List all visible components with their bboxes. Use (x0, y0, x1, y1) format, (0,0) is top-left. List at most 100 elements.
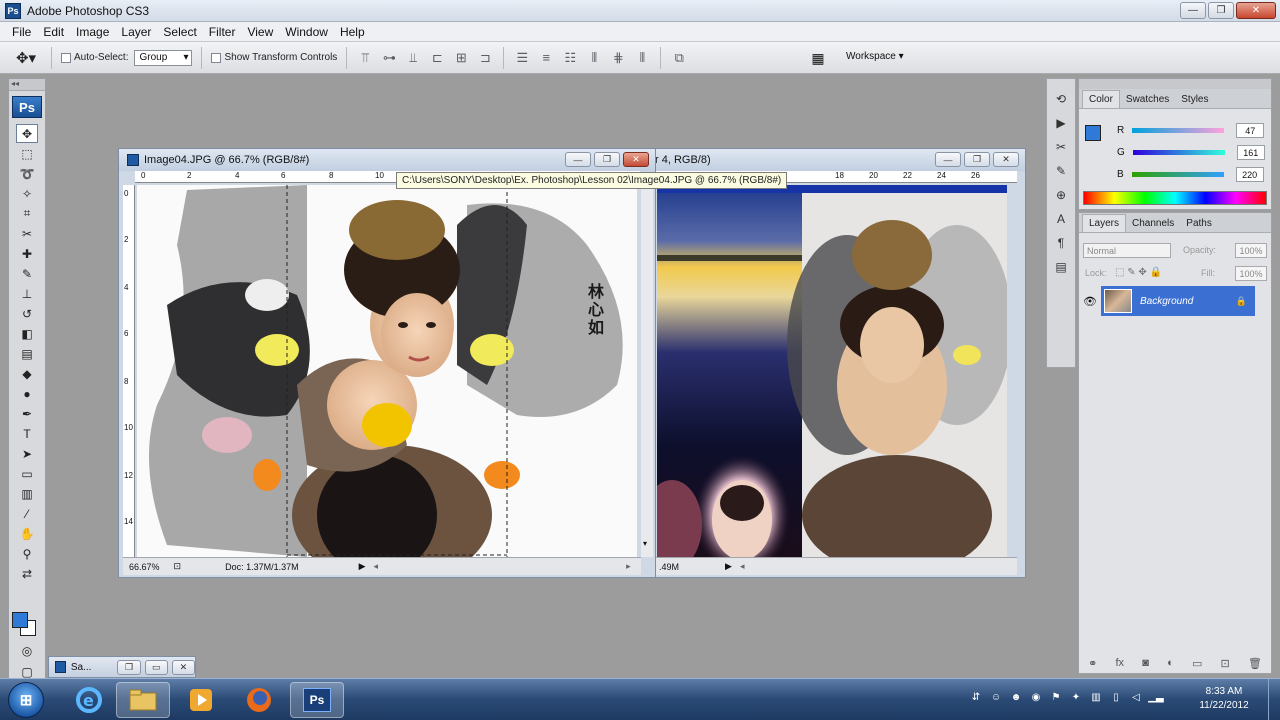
zoom-level[interactable]: 66.67% (129, 562, 160, 572)
minimized-maximize-button[interactable]: ▭ (144, 659, 168, 675)
auto-select-option[interactable]: Auto-Select: (61, 52, 128, 63)
tray-flag-icon[interactable]: ⚑ (1048, 689, 1064, 705)
status-arrow-icon[interactable]: ▶ (359, 561, 366, 572)
slice-tool-icon[interactable]: ✂ (16, 224, 38, 243)
restore-button[interactable]: ❐ (1208, 2, 1234, 19)
distribute-top-icon[interactable]: ☰ (513, 50, 531, 66)
auto-select-checkbox[interactable] (61, 52, 71, 63)
green-slider[interactable] (1132, 150, 1225, 155)
minimized-restore-button[interactable]: ❐ (117, 659, 141, 675)
layer-visibility-eye-icon[interactable]: 👁 (1081, 295, 1099, 308)
color-panel-foreground-swatch[interactable] (1085, 125, 1101, 141)
scroll-left-icon[interactable]: ◂ (740, 561, 745, 572)
crop-tool-icon[interactable]: ⌗ (16, 204, 38, 223)
tab-styles[interactable]: Styles (1175, 91, 1214, 108)
distribute-left-icon[interactable]: ⦀ (585, 50, 603, 66)
delete-layer-icon[interactable]: 🗑 (1248, 657, 1262, 670)
move-tool-icon[interactable]: ✥ (16, 124, 38, 143)
menu-help[interactable]: Help (334, 25, 371, 39)
brush-tool-icon[interactable]: ✎ (16, 264, 38, 283)
menu-image[interactable]: Image (70, 25, 115, 39)
hand-tool-icon[interactable]: ✋ (16, 524, 38, 543)
dodge-tool-icon[interactable]: ● (16, 384, 38, 403)
distribute-vcenter-icon[interactable]: ≡ (537, 50, 555, 66)
tray-network-adapter-icon[interactable]: ⇵ (968, 689, 984, 705)
actions-panel-icon[interactable]: ▶ (1050, 113, 1072, 133)
menu-select[interactable]: Select (157, 25, 202, 39)
fill-value[interactable]: 100% (1235, 266, 1267, 281)
character-panel-icon[interactable]: A (1050, 209, 1072, 229)
clone-source-icon[interactable]: ⊕ (1050, 185, 1072, 205)
menu-edit[interactable]: Edit (37, 25, 70, 39)
tray-app-icon[interactable]: ☺ (988, 689, 1004, 705)
close-button[interactable]: ✕ (1236, 2, 1276, 19)
layer-selected-highlight[interactable]: Background 🔒 (1101, 286, 1255, 316)
scroll-right-icon[interactable]: ▸ (626, 561, 631, 572)
layer-style-icon[interactable]: fx (1116, 657, 1125, 669)
red-slider[interactable] (1132, 128, 1225, 133)
minimize-button[interactable]: — (1180, 2, 1206, 19)
brushes-panel-icon[interactable]: ✎ (1050, 161, 1072, 181)
doc-restore-button[interactable]: ❐ (594, 152, 620, 167)
tray-signal-icon[interactable]: ▁▃ (1148, 689, 1164, 705)
internet-explorer-icon[interactable]: e (62, 682, 116, 718)
lock-icons[interactable]: ⬚ ✎ ✥ 🔒 (1115, 267, 1162, 278)
gradient-tool-icon[interactable]: ▤ (16, 344, 38, 363)
history-panel-icon[interactable]: ⟲ (1050, 89, 1072, 109)
layer-row-background[interactable]: 👁 Background 🔒 (1081, 285, 1269, 317)
tab-paths[interactable]: Paths (1180, 215, 1218, 232)
color-spectrum-bar[interactable] (1083, 191, 1267, 205)
menu-layer[interactable]: Layer (115, 25, 157, 39)
firefox-icon[interactable] (232, 682, 286, 718)
document-back-canvas[interactable] (657, 185, 1007, 557)
menu-file[interactable]: File (6, 25, 37, 39)
align-top-icon[interactable]: ⫪ (356, 50, 374, 66)
eraser-tool-icon[interactable]: ◧ (16, 324, 38, 343)
doc-back-close-button[interactable]: ✕ (993, 152, 1019, 167)
scroll-down-icon[interactable]: ▾ (643, 539, 647, 548)
distribute-bottom-icon[interactable]: ☷ (561, 50, 579, 66)
green-value[interactable]: 161 (1236, 145, 1265, 160)
tab-layers[interactable]: Layers (1082, 214, 1127, 232)
new-group-icon[interactable]: ▭ (1192, 657, 1202, 670)
tool-presets-icon[interactable]: ✂ (1050, 137, 1072, 157)
document-window-front[interactable]: Image04.JPG @ 66.7% (RGB/8#) — ❐ ✕ 0 2 4… (118, 148, 656, 578)
opacity-value[interactable]: 100% (1235, 243, 1267, 258)
minimized-document[interactable]: Sa... ❐ ▭ ✕ (48, 656, 196, 678)
healing-brush-tool-icon[interactable]: ✚ (16, 244, 38, 263)
tray-security-icon[interactable]: ◉ (1028, 689, 1044, 705)
bridge-icon[interactable]: ▦ (806, 46, 830, 70)
status-arrow-icon[interactable]: ▶ (725, 561, 732, 572)
align-hcenter-icon[interactable]: ⊞ (452, 50, 470, 66)
magic-wand-tool-icon[interactable]: ✧ (16, 184, 38, 203)
tray-update-icon[interactable]: ✦ (1068, 689, 1084, 705)
pen-tool-icon[interactable]: ✒ (16, 404, 38, 423)
new-layer-icon[interactable]: ⊡ (1221, 657, 1230, 670)
tray-volume-icon[interactable]: ◁ (1128, 689, 1144, 705)
lasso-tool-icon[interactable]: ➰ (16, 164, 38, 183)
tab-swatches[interactable]: Swatches (1120, 91, 1175, 108)
paragraph-panel-icon[interactable]: ¶ (1050, 233, 1072, 253)
default-colors-icon[interactable]: ⇄ (16, 564, 38, 583)
status-info-icon[interactable]: ⊡ (174, 561, 182, 572)
blur-tool-icon[interactable]: ◆ (16, 364, 38, 383)
zoom-tool-icon[interactable]: ⚲ (16, 544, 38, 563)
align-right-icon[interactable]: ⊐ (476, 50, 494, 66)
start-button[interactable]: ⊞ (8, 682, 44, 718)
layer-comps-icon[interactable]: ▤ (1050, 257, 1072, 277)
show-transform-checkbox[interactable] (211, 52, 222, 63)
move-tool-preset-icon[interactable]: ✥▾ (10, 46, 42, 70)
blend-mode-dropdown[interactable]: Normal (1083, 243, 1171, 258)
menu-window[interactable]: Window (279, 25, 334, 39)
menu-view[interactable]: View (241, 25, 279, 39)
doc-minimize-button[interactable]: — (565, 152, 591, 167)
tab-color[interactable]: Color (1082, 90, 1120, 108)
windows-explorer-icon[interactable] (116, 682, 170, 718)
panel-grip[interactable] (1079, 79, 1271, 89)
distribute-right-icon[interactable]: ⫴ (633, 50, 651, 66)
eyedropper-tool-icon[interactable]: ⁄ (16, 504, 38, 523)
blue-value[interactable]: 220 (1235, 167, 1264, 182)
scroll-left-icon[interactable]: ◂ (374, 561, 379, 572)
path-selection-tool-icon[interactable]: ➤ (16, 444, 38, 463)
media-player-icon[interactable] (174, 682, 228, 718)
